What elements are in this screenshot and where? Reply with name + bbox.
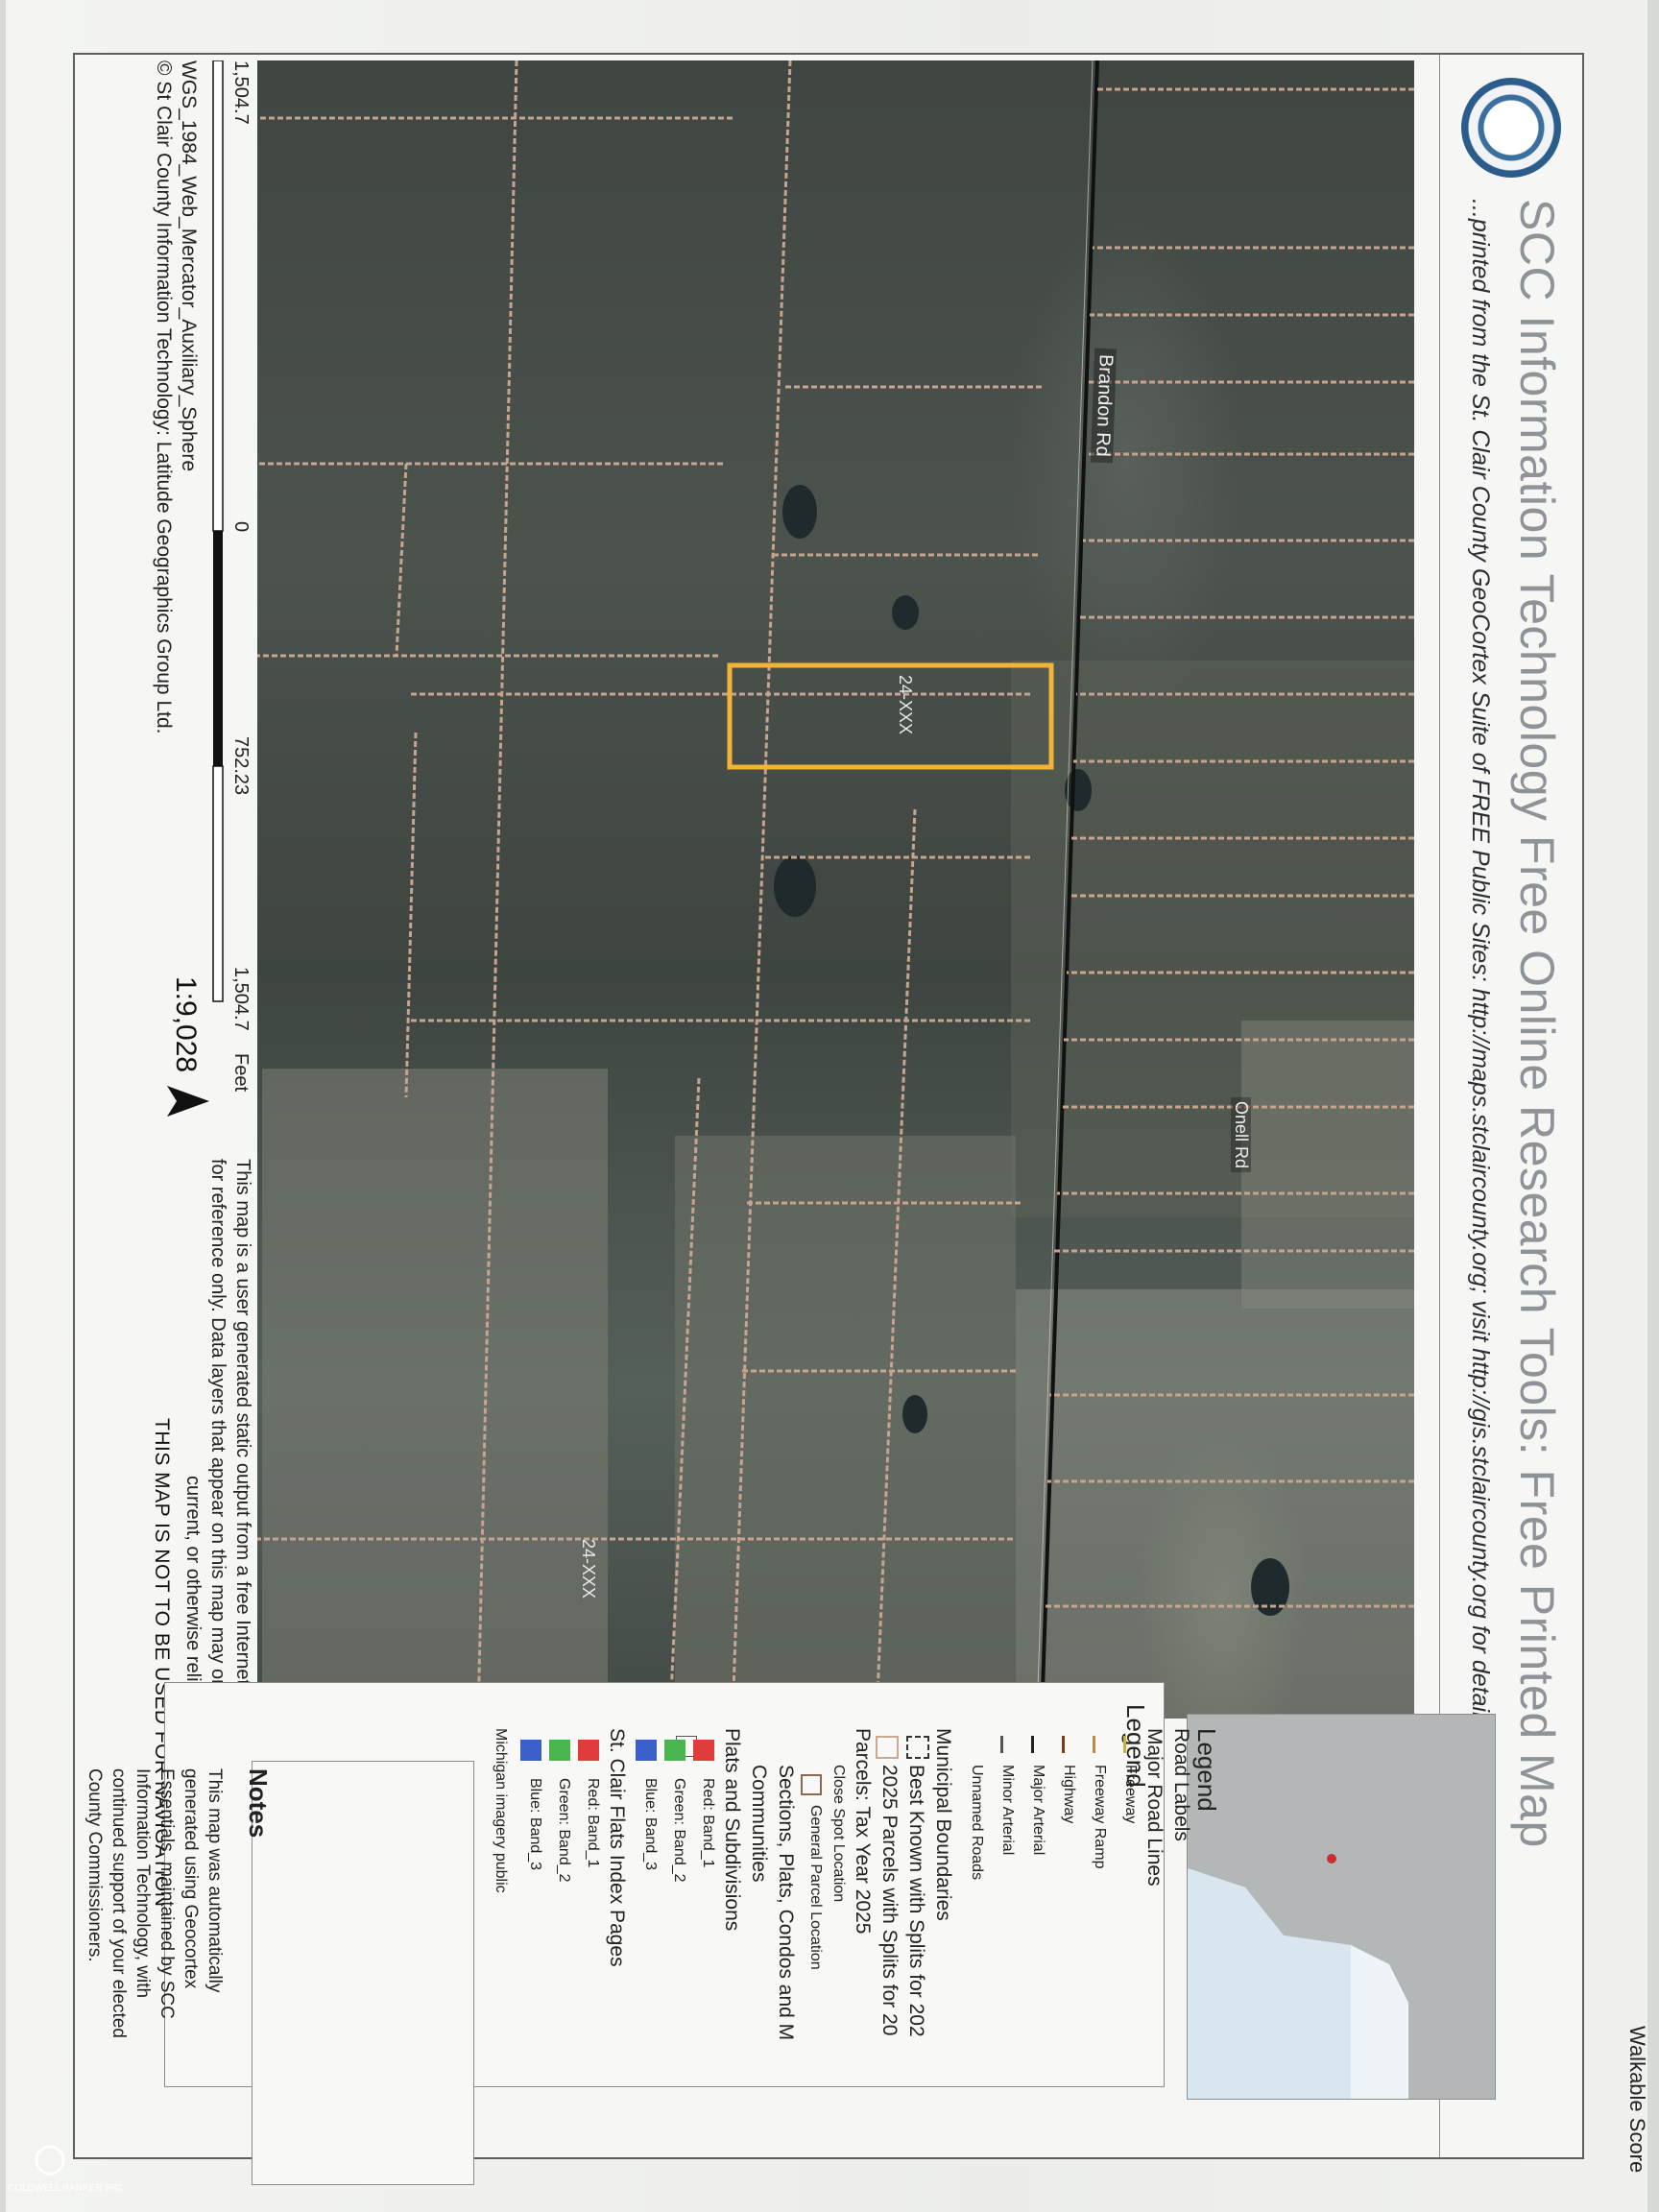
- legend-item: Green: Band_2: [671, 1778, 687, 1883]
- legend-item: Communities: [748, 1765, 770, 1883]
- legend-item: Road Labels: [1170, 1728, 1192, 1841]
- logo-text: COLDWELL BANKER PROFESSIONALS: [8, 2183, 123, 2194]
- red-band-swatch: [578, 1740, 599, 1761]
- freeway-symbol: [1123, 1736, 1126, 1753]
- green-band-swatch: [664, 1740, 685, 1761]
- green-band-swatch: [549, 1740, 570, 1761]
- blue-band-swatch: [636, 1740, 657, 1761]
- legend-item: Parcels: Tax Year 2025: [852, 1728, 874, 1935]
- legend-item: Freeway Ramp: [1092, 1765, 1108, 1869]
- minor-arterial-symbol: [1000, 1736, 1003, 1753]
- notes-title: Notes: [244, 1768, 273, 1839]
- legend-item: Close Spot Location: [830, 1765, 847, 1903]
- legend-columns: Legend Road Labels Major Road Lines Free…: [0, 0, 1659, 2212]
- legend-item: Municipal Boundaries: [932, 1728, 954, 1921]
- parcel-symbol: [876, 1736, 899, 1759]
- legend-item: Major Arterial: [1030, 1765, 1046, 1856]
- legend-item: Sections, Plats, Condos and M: [775, 1765, 797, 2041]
- coldwell-banker-logo: COLDWELL BANKER PROFESSIONALS: [8, 2143, 186, 2206]
- legend-item: Red: Band_1: [700, 1778, 716, 1868]
- legend-item: Michigan imagery public: [493, 1728, 509, 1893]
- boundary-symbol: [906, 1736, 929, 1759]
- legend-item: St. Clair Flats Index Pages: [606, 1728, 628, 1967]
- blue-band-swatch: [520, 1740, 541, 1761]
- legend-item: 2025 Parcels with Splits for 20: [878, 1765, 901, 2036]
- legend-item: Plats and Subdivisions: [721, 1728, 743, 1932]
- legend-item: Blue: Band_3: [642, 1778, 659, 1871]
- legend-item: Freeway: [1122, 1765, 1139, 1824]
- freeway-ramp-symbol: [1093, 1736, 1095, 1753]
- legend-heading: Legend: [1192, 1728, 1221, 1812]
- red-band-swatch: [693, 1740, 714, 1761]
- legend-item: Minor Arterial: [999, 1765, 1016, 1856]
- notes-text: This map was automatically generated usi…: [84, 1768, 225, 2038]
- legend-item: General Parcel Location: [807, 1805, 824, 1970]
- legend-item: Highway: [1061, 1765, 1077, 1824]
- legend-item: Major Road Lines: [1143, 1728, 1166, 1887]
- legend-item: Unnamed Roads: [969, 1765, 985, 1881]
- notes-panel: [252, 1761, 474, 2185]
- parcel-location-symbol: [801, 1774, 822, 1795]
- legend-item: Red: Band_1: [585, 1778, 601, 1868]
- legend-item: Blue: Band_3: [527, 1778, 543, 1871]
- highway-symbol: [1062, 1736, 1065, 1753]
- legend-item: Best Known with Splits for 202: [905, 1765, 927, 2037]
- major-arterial-symbol: [1031, 1736, 1034, 1753]
- legend-item: Green: Band_2: [556, 1778, 572, 1883]
